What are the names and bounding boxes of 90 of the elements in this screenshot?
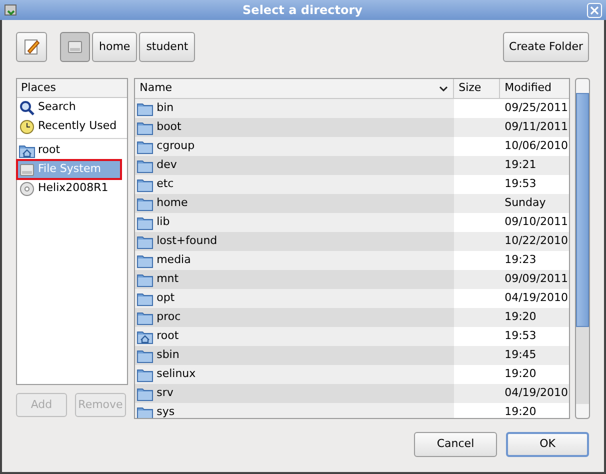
file-row[interactable]: mnt 09/09/2011 — [134, 270, 570, 289]
column-header: Places — [17, 79, 127, 98]
drive-icon — [19, 162, 35, 178]
file-name: boot — [156, 119, 182, 136]
clock-icon — [19, 118, 35, 134]
folder-icon — [136, 120, 153, 134]
folder-icon — [136, 310, 153, 324]
folder-icon — [136, 406, 153, 418]
home-folder-icon — [19, 144, 35, 158]
cancel-button[interactable]: Cancel — [414, 432, 497, 457]
modified-date: 19:21 — [504, 157, 538, 174]
modified-date: 09/11/2011 — [504, 119, 569, 136]
file-row[interactable]: dev 19:21 — [134, 156, 570, 175]
place-item[interactable]: Helix2008R1 — [17, 179, 127, 198]
pencil-note-icon — [22, 38, 40, 56]
edit-location-button[interactable] — [16, 32, 47, 62]
file-row[interactable]: opt 04/19/2010 — [134, 289, 570, 308]
file-name: sbin — [156, 347, 180, 364]
file-name: srv — [156, 385, 174, 402]
create-folder-button[interactable]: Create Folder — [502, 32, 589, 62]
file-name: sys — [156, 404, 175, 418]
drive-icon — [67, 39, 83, 55]
file-row[interactable]: srv 04/19/2010 — [134, 384, 570, 403]
folder-icon — [136, 348, 153, 362]
modified-date: 09/25/2011 — [504, 100, 569, 116]
file-name: selinux — [156, 366, 196, 382]
modified-date: 19:45 — [504, 347, 538, 364]
folder-icon — [136, 368, 153, 382]
place-item[interactable]: Recently Used — [17, 117, 127, 136]
folder-icon — [136, 292, 153, 306]
scrollbar[interactable] — [575, 78, 590, 419]
file-row[interactable]: sbin 19:45 — [134, 346, 570, 365]
folder-icon — [136, 216, 153, 230]
column-header[interactable]: Modified — [500, 79, 570, 98]
disc-icon — [19, 180, 35, 196]
modified-date: 04/19/2010 — [504, 385, 569, 402]
folder-icon — [136, 386, 153, 400]
modified-date: 04/19/2010 — [504, 290, 569, 306]
path-button[interactable]: home — [92, 32, 138, 62]
modified-date: 19:53 — [504, 328, 538, 344]
file-row[interactable]: boot 09/11/2011 — [134, 118, 570, 137]
search-icon — [19, 100, 35, 116]
folder-icon — [136, 178, 153, 192]
close-button[interactable] — [587, 2, 602, 18]
folder-icon — [136, 158, 153, 172]
column-header[interactable]: Size — [454, 79, 500, 98]
folder-icon — [136, 272, 153, 286]
file-name: home — [156, 195, 188, 212]
file-name: root — [156, 328, 179, 344]
file-row[interactable]: lib 09/10/2011 — [134, 213, 570, 232]
file-name: mnt — [156, 271, 179, 288]
folder-icon — [136, 102, 153, 116]
modified-date: 09/10/2011 — [504, 214, 569, 230]
modified-date: 19:20 — [504, 404, 538, 418]
file-name: opt — [156, 290, 175, 306]
folder-icon — [136, 140, 153, 154]
modified-date: 19:23 — [504, 252, 538, 268]
file-row[interactable]: lost+found 10/22/2010 — [134, 232, 570, 251]
path-root-button[interactable] — [60, 32, 90, 62]
modified-date: 19:53 — [504, 176, 538, 192]
modified-date: 19:20 — [504, 366, 538, 382]
window-title: Select a directory — [242, 2, 364, 19]
file-name: bin — [156, 100, 174, 116]
modified-date: 10/06/2010 — [504, 138, 569, 154]
window-icon — [4, 3, 18, 17]
place-item[interactable]: Search — [17, 98, 127, 117]
folder-icon — [136, 196, 153, 210]
file-name: etc — [156, 176, 174, 192]
file-row[interactable]: proc 19:20 — [134, 308, 570, 327]
column-header[interactable]: Name — [134, 79, 454, 98]
file-row[interactable]: home Sunday — [134, 194, 570, 213]
ok-button[interactable]: OK — [506, 432, 589, 457]
folder-icon — [136, 234, 153, 248]
file-name: dev — [156, 157, 177, 174]
modified-date: 09/09/2011 — [504, 271, 569, 288]
place-item[interactable]: root — [17, 141, 127, 160]
file-name: lib — [156, 214, 170, 230]
file-row[interactable]: cgroup 10/06/2010 — [134, 137, 570, 156]
home-folder-icon — [136, 330, 153, 344]
file-name: proc — [156, 309, 181, 326]
file-name: media — [156, 252, 191, 268]
folder-icon — [136, 254, 153, 268]
close-icon — [590, 6, 599, 14]
path-button[interactable]: student — [139, 32, 196, 62]
modified-date: 10/22/2010 — [504, 233, 569, 250]
modified-date: 19:20 — [504, 309, 538, 326]
file-name: cgroup — [156, 138, 195, 154]
file-row[interactable]: bin 09/25/2011 — [134, 99, 570, 118]
modified-date: Sunday — [504, 195, 547, 212]
file-name: lost+found — [156, 233, 218, 250]
